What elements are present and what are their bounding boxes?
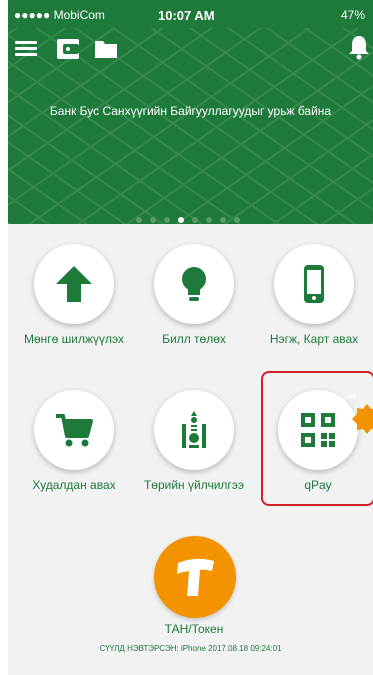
tan-token-button[interactable] (154, 536, 236, 618)
phone-icon (304, 265, 324, 303)
pager-dot[interactable] (192, 217, 198, 223)
banner-pager[interactable] (136, 210, 256, 223)
pager-dot[interactable] (136, 217, 142, 223)
carrier-label: ●●●●● MobiCom (14, 8, 105, 22)
wallet-icon[interactable] (56, 38, 80, 60)
tile-circle[interactable] (154, 390, 234, 470)
cart-icon (56, 414, 93, 447)
tile-label: Худалдан авах (32, 478, 116, 492)
tile-circle[interactable] (34, 390, 114, 470)
pager-dot[interactable] (164, 217, 170, 223)
status-bar: ●●●●● MobiCom 10:07 AM 47% (8, 0, 373, 28)
app-screen: ●●●●● MobiCom 10:07 AM 47% Банк Бус Санх… (8, 0, 373, 675)
qpay-highlight-frame (261, 371, 373, 506)
tile-bill-pay[interactable]: Билл төлөх (134, 244, 254, 346)
last-login-info: СҮҮЛД НЭВТЭРСЭН: iPhone 2017.08.18 09:24… (99, 644, 282, 653)
pager-dot[interactable] (220, 217, 226, 223)
tile-circle[interactable] (34, 244, 114, 324)
tile-purchase[interactable]: Худалдан авах (14, 390, 134, 492)
tile-topup[interactable]: Нэгж, Карт авах (254, 244, 373, 346)
lightbulb-icon (182, 267, 206, 301)
soyombo-icon (182, 411, 206, 448)
promo-banner[interactable]: Банк Бус Санхүүгийн Байгууллагуудыг урьж… (8, 28, 373, 224)
battery-level: 47% (340, 8, 365, 22)
tile-label: Төрийн үйлчилгээ (143, 478, 245, 492)
tan-logo-icon (177, 558, 214, 596)
pager-dot[interactable] (234, 217, 240, 223)
tile-label: Билл төлөх (162, 332, 226, 346)
tile-label: Мөнгө шилжүүлэх (23, 332, 125, 346)
clock: 10:07 AM (158, 8, 215, 23)
tan-token-label: ТАН/Токен (164, 622, 224, 636)
pager-dot-active[interactable] (178, 217, 184, 223)
tile-gov-services[interactable]: Төрийн үйлчилгээ (134, 390, 254, 492)
bell-icon[interactable] (348, 34, 372, 60)
tile-money-transfer[interactable]: Мөнгө шилжүүлэх (14, 244, 134, 346)
pager-dot[interactable] (150, 217, 156, 223)
tile-circle[interactable] (274, 244, 354, 324)
up-arrow-icon (56, 266, 92, 302)
pager-dot[interactable] (206, 217, 212, 223)
tile-circle[interactable] (154, 244, 234, 324)
menu-icon[interactable] (15, 38, 39, 60)
tile-label: Нэгж, Карт авах (269, 332, 359, 346)
folder-icon[interactable] (94, 38, 118, 60)
banner-message: Банк Бус Санхүүгийн Байгууллагуудыг урьж… (49, 104, 332, 118)
